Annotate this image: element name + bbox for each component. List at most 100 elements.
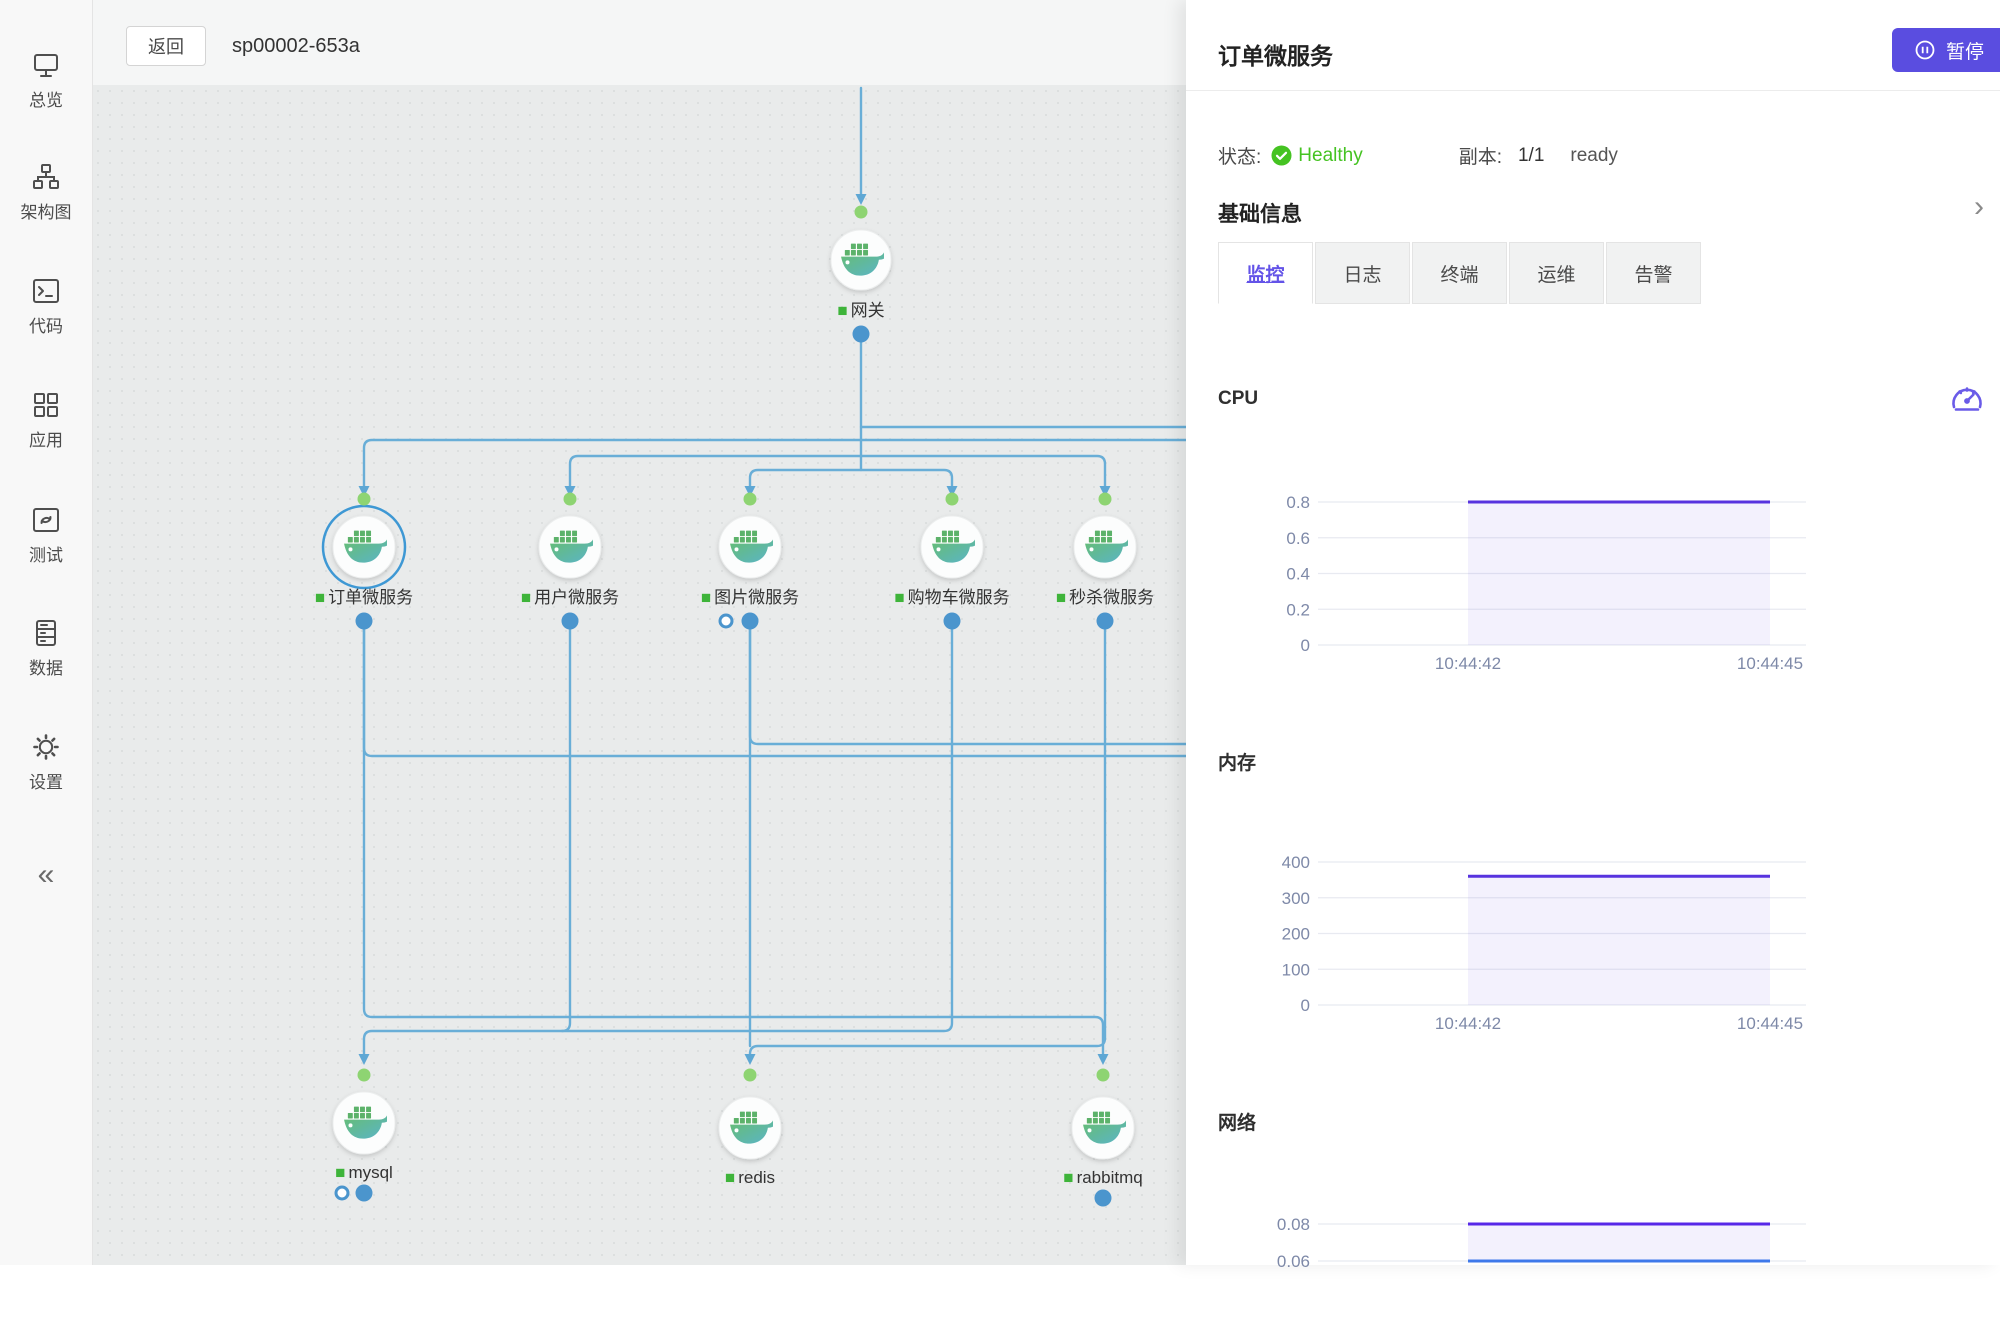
- output-port-dot[interactable]: [742, 613, 759, 630]
- diagram-edge: [750, 470, 952, 486]
- y-tick-label: 100: [1282, 960, 1310, 979]
- tab-bar: 监控 日志 终端 运维 告警: [1218, 242, 1701, 304]
- output-port-dot[interactable]: [356, 1185, 373, 1202]
- pause-button-label: 暂停: [1946, 37, 1984, 64]
- tab-ops[interactable]: 运维: [1509, 242, 1604, 304]
- chevron-right-icon[interactable]: ›: [1974, 192, 1984, 222]
- sidebar-item-label: 设置: [29, 768, 63, 793]
- output-port-dot[interactable]: [853, 326, 870, 343]
- input-port-dot[interactable]: [358, 493, 371, 506]
- diagram-edge: [364, 440, 1186, 486]
- node-label: ■rabbitmq: [1063, 1168, 1142, 1187]
- cpu-chart-title: CPU: [1218, 388, 1258, 410]
- diagram-edge: [364, 621, 1186, 756]
- edge-arrow-icon: [1098, 1054, 1109, 1065]
- diagram-edges: [359, 88, 1187, 1065]
- sidebar-item-label: 测试: [29, 541, 63, 566]
- basic-info-section-title: 基础信息: [1218, 198, 1302, 228]
- series-area: [1468, 1224, 1770, 1261]
- sidebar-item-settings[interactable]: 设置: [0, 732, 92, 793]
- tab-monitor[interactable]: 监控: [1218, 242, 1313, 304]
- sidebar-item-test[interactable]: 测试: [0, 505, 92, 566]
- gear-icon: [31, 732, 61, 762]
- sidebar-item-code[interactable]: 代码: [0, 276, 92, 337]
- y-tick-label: 0.2: [1286, 600, 1310, 619]
- sidebar-item-label: 数据: [29, 654, 63, 679]
- diagram-node-rabbitmq[interactable]: ■rabbitmq: [1063, 1069, 1142, 1207]
- sidebar-item-label: 总览: [29, 86, 63, 111]
- sidebar: 总览 架构图 代码 应用 测试 数据 设置 «: [0, 0, 93, 1265]
- hollow-port-dot[interactable]: [336, 1187, 348, 1199]
- tab-logs[interactable]: 日志: [1315, 242, 1410, 304]
- toolbar: 返回 sp00002-653a: [92, 0, 1186, 85]
- tab-alerts[interactable]: 告警: [1606, 242, 1701, 304]
- diagram-node-gateway[interactable]: ■网关: [831, 206, 891, 343]
- y-tick-label: 0.8: [1286, 493, 1310, 512]
- node-label: ■秒杀微服务: [1056, 588, 1154, 607]
- output-port-dot[interactable]: [944, 613, 961, 630]
- output-port-dot[interactable]: [562, 613, 579, 630]
- diagram-node-redis[interactable]: ■redis: [719, 1069, 781, 1188]
- x-tick-label: 10:44:42: [1435, 654, 1501, 673]
- status-label: 状态:: [1218, 142, 1261, 169]
- panel-title: 订单微服务: [1218, 37, 1333, 71]
- replica-label: 副本:: [1459, 142, 1502, 169]
- series-area: [1468, 876, 1770, 1005]
- diagram-node-seckill-service[interactable]: ■秒杀微服务: [1056, 493, 1154, 630]
- node-label: ■用户微服务: [521, 588, 619, 607]
- gauge-icon[interactable]: [1946, 378, 1988, 420]
- network-chart-title: 网络: [1218, 1108, 1256, 1135]
- diagram-node-order-service[interactable]: ■订单微服务: [315, 493, 413, 630]
- replica-value: 1/1: [1518, 145, 1544, 167]
- y-tick-label: 0: [1301, 996, 1310, 1015]
- architecture-canvas[interactable]: ■网关 ■订单微服务 ■用户微服务 ■图片微服务 ■购物车微服务 ■秒杀微服务 ■mysql…: [92, 85, 1186, 1265]
- y-tick-label: 0: [1301, 636, 1310, 655]
- diagram-node-image-service[interactable]: ■图片微服务: [701, 493, 799, 630]
- sidebar-item-label: 架构图: [21, 198, 72, 223]
- back-button[interactable]: 返回: [126, 26, 206, 66]
- database-icon: [31, 618, 61, 648]
- node-label: ■购物车微服务: [894, 588, 1009, 607]
- input-port-dot[interactable]: [1097, 1069, 1110, 1082]
- healthy-check-icon: [1271, 145, 1292, 166]
- replica-state: ready: [1570, 145, 1618, 167]
- output-port-dot[interactable]: [356, 613, 373, 630]
- terminal-icon: [31, 276, 61, 306]
- sidebar-item-overview[interactable]: 总览: [0, 50, 92, 111]
- node-label: ■网关: [837, 301, 884, 320]
- diagram-node-mysql[interactable]: ■mysql: [333, 1069, 395, 1202]
- network-chart: 0.060.08: [1250, 1180, 1820, 1320]
- tab-terminal[interactable]: 终端: [1412, 242, 1507, 304]
- diagram-edge: [364, 621, 952, 1054]
- sidebar-item-architecture[interactable]: 架构图: [0, 162, 92, 223]
- input-port-dot[interactable]: [744, 1069, 757, 1082]
- input-port-dot[interactable]: [1099, 493, 1112, 506]
- sidebar-item-apps[interactable]: 应用: [0, 390, 92, 451]
- diagram-node-user-service[interactable]: ■用户微服务: [521, 493, 619, 630]
- memory-chart-title: 内存: [1218, 748, 1256, 775]
- output-port-dot[interactable]: [1095, 1190, 1112, 1207]
- node-label: ■mysql: [335, 1163, 393, 1182]
- y-tick-label: 200: [1282, 925, 1310, 944]
- divider: [1186, 90, 2000, 91]
- diagram-edge: [750, 621, 1105, 1054]
- y-tick-label: 0.06: [1277, 1252, 1310, 1271]
- sidebar-collapse-button[interactable]: «: [0, 858, 92, 892]
- pause-button[interactable]: 暂停: [1892, 28, 2000, 72]
- input-port-dot[interactable]: [564, 493, 577, 506]
- y-tick-label: 300: [1282, 889, 1310, 908]
- input-port-dot[interactable]: [946, 493, 959, 506]
- hollow-port-dot[interactable]: [720, 615, 732, 627]
- monitor-icon: [31, 50, 61, 80]
- diagram-node-cart-service[interactable]: ■购物车微服务: [894, 493, 1009, 630]
- input-port-dot[interactable]: [744, 493, 757, 506]
- node-label: ■图片微服务: [701, 588, 799, 607]
- architecture-icon: [31, 162, 61, 192]
- detail-panel: 订单微服务 暂停 状态: Healthy 副本: 1/1 ready 基础信息 …: [1186, 0, 2000, 1265]
- sidebar-item-data[interactable]: 数据: [0, 618, 92, 679]
- input-port-dot[interactable]: [855, 206, 868, 219]
- edge-arrow-icon: [856, 194, 867, 205]
- input-port-dot[interactable]: [358, 1069, 371, 1082]
- diagram-edge: [562, 621, 570, 1031]
- output-port-dot[interactable]: [1097, 613, 1114, 630]
